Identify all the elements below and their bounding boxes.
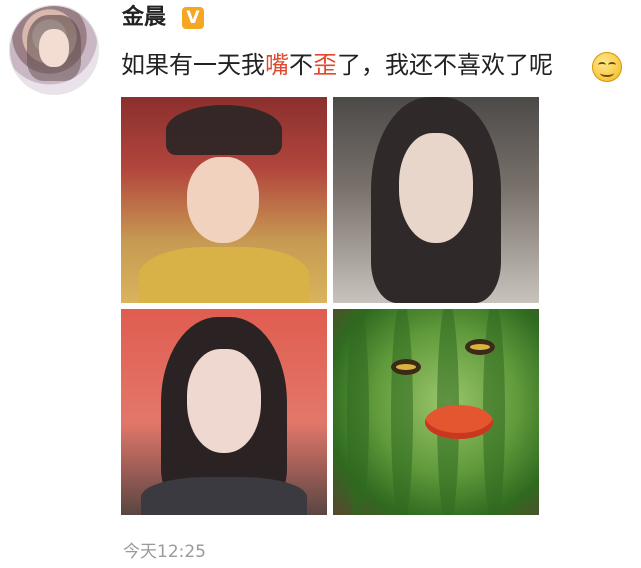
post-timestamp: 今天12:25 [123, 542, 206, 562]
robe-shape [139, 247, 309, 303]
grin-emoji-icon [592, 52, 622, 82]
avatar-face [39, 29, 69, 67]
watermelon-eye-icon [391, 359, 421, 375]
watermelon-lips-icon [425, 405, 493, 439]
face-shape [187, 157, 259, 243]
post-text-part: 如果有一天我 [121, 51, 265, 79]
photo-watermelon-face[interactable] [333, 309, 539, 515]
collar-shape [141, 477, 307, 515]
face-shape [187, 349, 261, 453]
photo-stage-makeup[interactable] [121, 309, 327, 515]
post-text-part: 了，我还不喜欢了呢 [337, 51, 553, 79]
photo-funny-face[interactable] [333, 97, 539, 303]
watermelon-eye-icon [465, 339, 495, 355]
post-text-highlight: 歪 [313, 51, 337, 79]
post-text: 如果有一天我嘴不歪了，我还不喜欢了呢 [121, 48, 553, 82]
post-text-part: 不 [289, 51, 313, 79]
face-shape [399, 133, 473, 243]
verified-badge-icon: V [182, 7, 204, 29]
username[interactable]: 金晨 [122, 4, 166, 32]
headpiece-shape [166, 105, 282, 155]
post-text-highlight: 嘴 [265, 51, 289, 79]
photo-costume-child[interactable] [121, 97, 327, 303]
avatar[interactable] [9, 5, 99, 95]
